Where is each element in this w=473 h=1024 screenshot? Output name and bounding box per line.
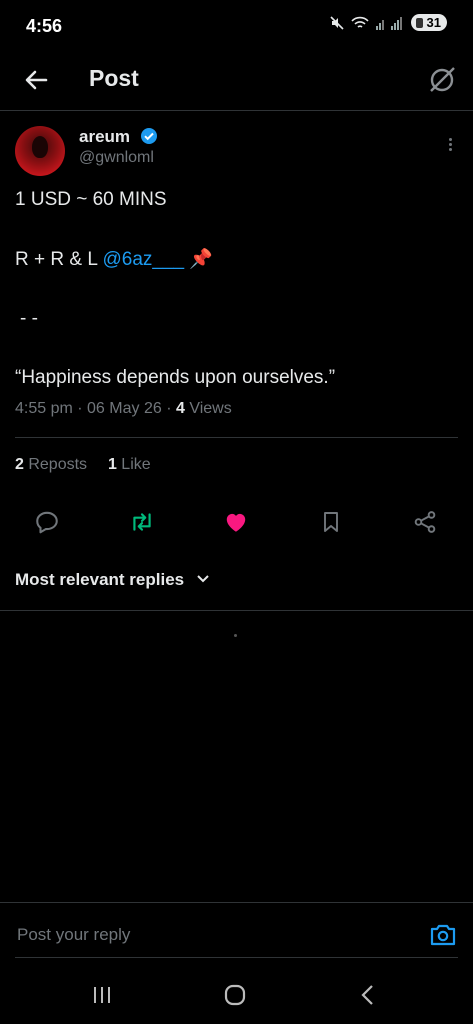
repost-button[interactable] xyxy=(126,504,158,540)
more-icon[interactable] xyxy=(447,136,453,156)
divider xyxy=(15,437,458,438)
replies-sort-dropdown[interactable]: Most relevant replies xyxy=(15,570,211,590)
like-icon xyxy=(226,513,246,532)
signal-icon xyxy=(375,16,402,30)
reply-input[interactable] xyxy=(15,924,399,946)
status-icons: 31 xyxy=(329,14,447,31)
recents-button[interactable] xyxy=(82,980,122,1010)
chevron-down-icon xyxy=(197,575,209,583)
divider xyxy=(15,957,458,958)
status-time: 4:56 xyxy=(26,16,63,36)
post-date: 06 May 26 xyxy=(87,400,162,417)
meta-separator: · xyxy=(161,400,176,417)
post-line-3: - - xyxy=(20,308,38,329)
reposts-stat[interactable]: 2 Reposts xyxy=(15,456,87,473)
recents-icon xyxy=(94,987,110,1003)
likes-count: 1 xyxy=(107,456,117,473)
page-title: Post xyxy=(89,65,139,91)
reposts-count: 2 xyxy=(15,456,24,473)
battery-indicator: 31 xyxy=(410,14,447,31)
home-icon xyxy=(224,984,246,1006)
action-bar xyxy=(0,504,473,540)
post-line-2-text: R + R & L xyxy=(15,249,103,270)
system-nav-bar xyxy=(0,966,473,1024)
likes-label: Like xyxy=(116,456,151,473)
meta-separator: · xyxy=(72,400,88,417)
post-line-4: “Happiness depends upon ourselves.” xyxy=(15,367,336,388)
views-label[interactable]: Views xyxy=(185,400,231,417)
bookmark-icon xyxy=(324,512,338,532)
reply-button[interactable] xyxy=(31,504,63,540)
post-time: 4:55 pm xyxy=(15,400,73,417)
back-nav-button[interactable] xyxy=(348,980,388,1010)
reply-icon xyxy=(36,511,58,534)
loading-indicator xyxy=(234,634,237,637)
mention-link[interactable]: @6az___ xyxy=(102,249,184,270)
like-button[interactable] xyxy=(220,504,252,540)
status-bar: 4:56 31 xyxy=(0,0,473,52)
author-handle[interactable]: @gwnloml xyxy=(79,149,154,167)
divider xyxy=(0,902,473,903)
post-meta: 4:55 pm · 06 May 26 · 4 Views xyxy=(15,400,232,418)
top-app-bar: Post xyxy=(0,52,473,111)
home-button[interactable] xyxy=(215,980,255,1010)
verified-icon xyxy=(141,128,157,144)
share-icon xyxy=(414,511,436,533)
back-arrow-icon[interactable] xyxy=(20,64,52,96)
grok-icon[interactable] xyxy=(425,62,459,96)
views-count[interactable]: 4 xyxy=(176,400,185,417)
sort-label: Most relevant replies xyxy=(15,570,185,589)
divider xyxy=(0,610,473,611)
reposts-label: Reposts xyxy=(23,456,88,473)
mute-icon xyxy=(329,15,344,30)
pin-emoji: 📌 xyxy=(189,249,214,270)
post-line-2: R + R & L @6az___ 📌 xyxy=(15,248,213,272)
bookmark-button[interactable] xyxy=(315,504,347,540)
post-line-1: 1 USD ~ 60 MINS xyxy=(15,189,167,210)
camera-icon[interactable] xyxy=(429,921,457,949)
author-name[interactable]: areum xyxy=(79,127,130,147)
repost-icon xyxy=(133,513,151,531)
back-nav-icon xyxy=(361,985,373,1005)
post-stats: 2 Reposts 1 Like xyxy=(15,456,151,474)
wifi-icon xyxy=(350,16,369,28)
likes-stat[interactable]: 1 Like xyxy=(108,456,151,473)
share-button[interactable] xyxy=(409,504,441,540)
avatar[interactable] xyxy=(15,126,65,176)
